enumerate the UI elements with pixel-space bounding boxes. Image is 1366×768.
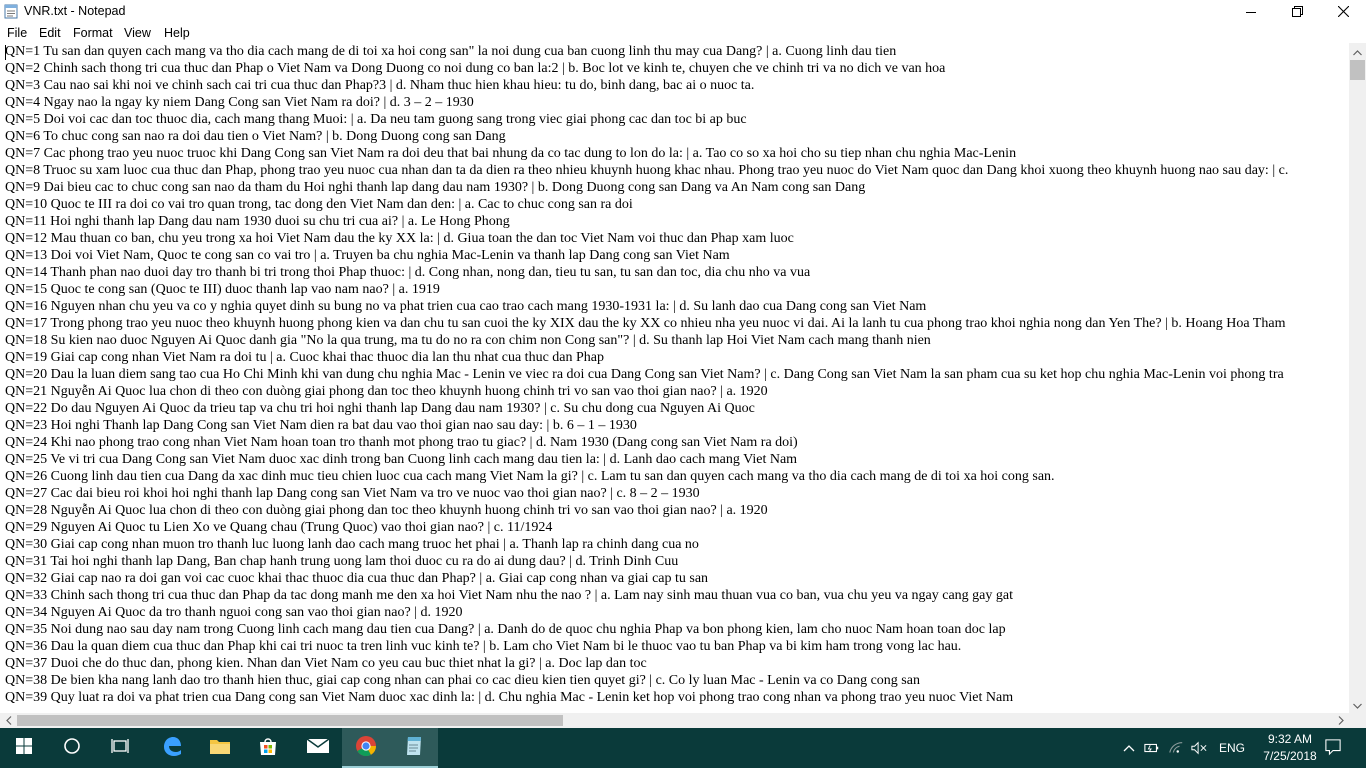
vertical-scrollbar[interactable] — [1349, 43, 1366, 713]
menu-format[interactable]: Format — [73, 26, 113, 40]
menu-file[interactable]: File — [7, 26, 27, 40]
file-explorer-button[interactable] — [196, 728, 244, 768]
file-explorer-icon — [209, 737, 231, 760]
notepad-taskbar-button[interactable] — [390, 728, 438, 768]
text-line: QN=36 Dau la quan diem cua thuc dan Phap… — [5, 639, 962, 654]
text-line: QN=11 Hoi nghi thanh lap Dang dau nam 19… — [5, 214, 510, 229]
scroll-right-button[interactable] — [1332, 713, 1349, 728]
chrome-button[interactable] — [342, 728, 390, 768]
text-line: QN=37 Duoi che do thuc dan, phong kien. … — [5, 656, 647, 671]
text-line: QN=23 Hoi nghi Thanh lap Dang Cong san V… — [5, 418, 637, 433]
text-line: QN=17 Trong phong trao yeu nuoc theo khu… — [5, 316, 1286, 331]
scroll-down-button[interactable] — [1349, 696, 1366, 713]
scroll-left-button[interactable] — [0, 713, 17, 728]
search-icon — [63, 737, 81, 760]
mail-icon — [306, 737, 330, 759]
chevron-left-icon — [5, 712, 12, 730]
text-line: QN=39 Quy luat ra doi va phat trien cua … — [5, 690, 1014, 705]
title-bar[interactable]: VNR.txt - Notepad — [0, 0, 1366, 23]
text-line: QN=26 Cuong linh dau tien cua Dang da xa… — [5, 469, 1055, 484]
clock-date[interactable]: 7/25/2018 — [1254, 749, 1326, 763]
text-line: QN=30 Giai cap cong nhan muon tro thanh … — [5, 537, 699, 552]
mail-button[interactable] — [294, 728, 342, 768]
text-line: QN=35 Noi dung nao sau day nam trong Cuo… — [5, 622, 1006, 637]
menu-bar: File Edit Format View Help — [0, 23, 1366, 43]
text-line: QN=18 Su kien nao duoc Nguyen Ai Quoc da… — [5, 333, 931, 348]
language-indicator[interactable]: ENG — [1219, 741, 1245, 755]
store-icon — [258, 736, 278, 761]
text-editor[interactable]: QN=1 Tu san dan quyen cach mang va tho d… — [0, 43, 1349, 713]
text-line: QN=2 Chinh sach thong tri cua thuc dan P… — [5, 61, 946, 76]
chevron-down-icon — [1353, 696, 1362, 714]
store-button[interactable] — [244, 728, 292, 768]
text-line: QN=33 Chinh sach thong tri cua thuc dan … — [5, 588, 1013, 603]
horizontal-scrollbar[interactable] — [0, 713, 1349, 728]
scrollbar-corner — [1349, 713, 1366, 728]
maximize-icon — [1291, 6, 1303, 17]
window-title: VNR.txt - Notepad — [24, 4, 126, 18]
text-line: QN=12 Mau thuan co ban, chu yeu trong xa… — [5, 231, 794, 246]
text-line: QN=19 Giai cap cong nhan Viet Nam ra doi… — [5, 350, 604, 365]
taskbar: ENG 9:32 AM 7/25/2018 — [0, 728, 1366, 768]
wifi-icon[interactable] — [1168, 740, 1184, 756]
clock-time[interactable]: 9:32 AM — [1260, 732, 1320, 746]
text-line: QN=20 Dau la luan diem sang tao cua Ho C… — [5, 367, 1284, 382]
text-line: QN=7 Cac phong trao yeu nuoc truoc khi D… — [5, 146, 1017, 161]
close-icon — [1337, 6, 1349, 17]
edge-icon — [161, 735, 183, 762]
text-line: QN=3 Cau nao sai khi noi ve chinh sach c… — [5, 78, 755, 93]
start-icon — [16, 737, 32, 759]
text-line: QN=21 Nguyễn Ai Quoc lua chon di theo co… — [5, 384, 768, 399]
text-line: QN=28 Nguyễn Ai Quoc lua chon di theo co… — [5, 503, 768, 518]
text-line: QN=10 Quoc te III ra doi co vai tro quan… — [5, 197, 633, 212]
text-line: QN=27 Cac dai bieu roi khoi hoi nghi tha… — [5, 486, 700, 501]
start-button[interactable] — [0, 728, 48, 768]
text-line: QN=8 Truoc su xam luoc cua thuc dan Phap… — [5, 163, 1292, 178]
text-line: QN=15 Quoc te cong san (Quoc te III) duo… — [5, 282, 440, 297]
text-line: QN=6 To chuc cong san nao ra doi dau tie… — [5, 129, 506, 144]
text-line: QN=31 Tai hoi nghi thanh lap Dang, Ban c… — [5, 554, 679, 569]
menu-view[interactable]: View — [124, 26, 151, 40]
chevron-right-icon — [1338, 712, 1344, 730]
scroll-up-button[interactable] — [1349, 43, 1366, 60]
edge-button[interactable] — [148, 728, 196, 768]
editor-text: QN=1 Tu san dan quyen cach mang va tho d… — [5, 43, 1292, 706]
chrome-icon — [355, 735, 377, 762]
vertical-scroll-thumb[interactable] — [1350, 60, 1365, 80]
text-line: QN=25 Ve vi tri cua Dang Cong san Viet N… — [5, 452, 798, 467]
chevron-up-icon — [1353, 43, 1362, 61]
menu-edit[interactable]: Edit — [39, 26, 61, 40]
text-line: QN=13 Doi voi Viet Nam, Quoc te cong san… — [5, 248, 730, 263]
horizontal-scroll-thumb[interactable] — [17, 715, 563, 726]
search-button[interactable] — [48, 728, 96, 768]
text-line: QN=14 Thanh phan nao duoi day tro thanh … — [5, 265, 811, 280]
battery-icon[interactable] — [1144, 740, 1160, 756]
notepad-icon — [4, 4, 18, 19]
minimize-button[interactable] — [1228, 0, 1274, 23]
close-button[interactable] — [1320, 0, 1366, 23]
chevron-up-icon[interactable] — [1121, 740, 1137, 756]
maximize-button[interactable] — [1274, 0, 1320, 23]
minimize-icon — [1246, 7, 1256, 17]
task-view-icon — [111, 738, 129, 759]
text-line: QN=9 Dai bieu cac to chuc cong san nao d… — [5, 180, 866, 195]
text-line: QN=29 Nguyen Ai Quoc tu Lien Xo ve Quang… — [5, 520, 553, 535]
text-line: QN=1 Tu san dan quyen cach mang va tho d… — [5, 44, 897, 59]
menu-help[interactable]: Help — [164, 26, 190, 40]
text-line: QN=24 Khi nao phong trao cong nhan Viet … — [5, 435, 798, 450]
text-line: QN=38 De bien kha nang lanh dao tro than… — [5, 673, 920, 688]
text-line: QN=32 Giai cap nao ra doi gan voi cac cu… — [5, 571, 709, 586]
notepad-icon — [404, 735, 424, 762]
notification-icon[interactable] — [1325, 739, 1341, 756]
text-caret — [5, 45, 6, 60]
text-line: QN=16 Nguyen nhan chu yeu va co y nghia … — [5, 299, 927, 314]
text-line: QN=4 Ngay nao la ngay ky niem Dang Cong … — [5, 95, 474, 110]
volume-icon[interactable] — [1191, 740, 1207, 756]
task-view-button[interactable] — [96, 728, 144, 768]
text-line: QN=5 Doi voi cac dan toc thuoc dia, cach… — [5, 112, 747, 127]
text-line: QN=22 Do dau Nguyen Ai Quoc da trieu tap… — [5, 401, 755, 416]
text-line: QN=34 Nguyen Ai Quoc da tro thanh nguoi … — [5, 605, 463, 620]
